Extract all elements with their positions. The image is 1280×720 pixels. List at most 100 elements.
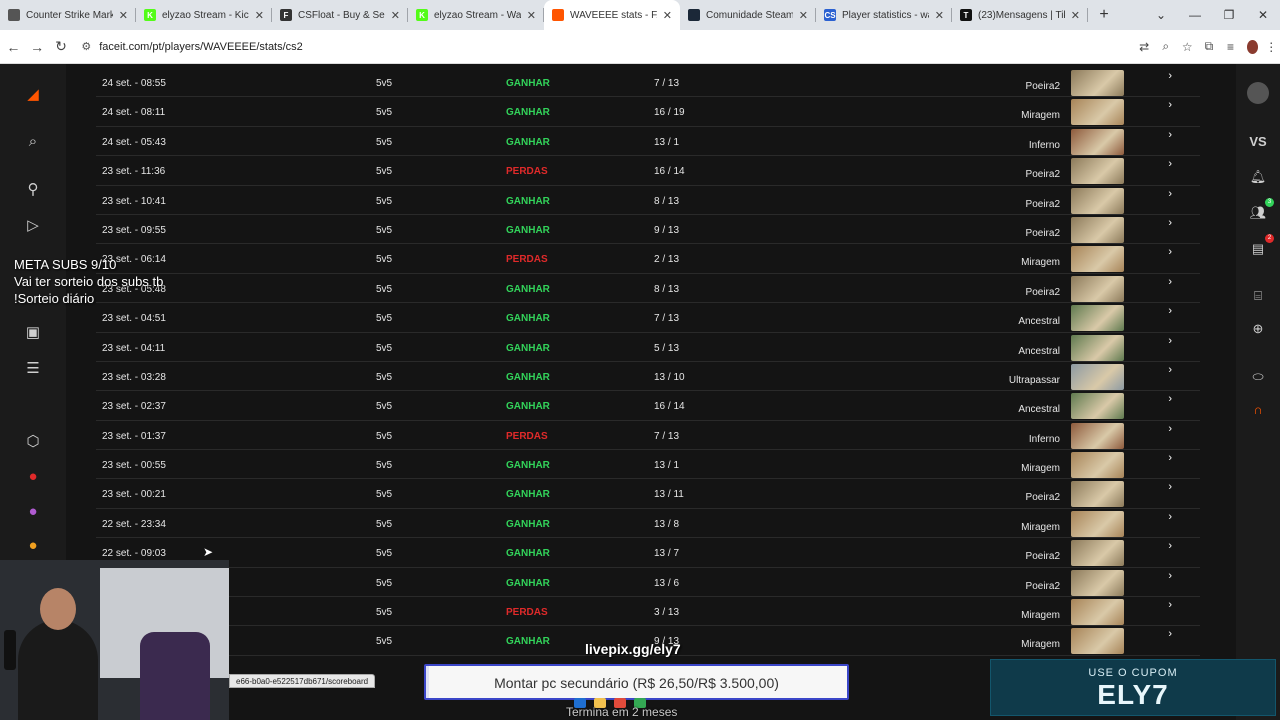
mouse-icon[interactable]: ⬭ (1247, 366, 1269, 388)
match-map: Ancestral (1018, 404, 1060, 416)
chevron-down-icon[interactable]: ⌄ (1144, 8, 1178, 22)
map-thumbnail (1071, 187, 1124, 214)
chevron-right-icon[interactable]: › (1168, 364, 1172, 376)
mouse-cursor-icon: ➤ (203, 545, 214, 559)
match-row[interactable]: 23 set. - 00:21 5v5 GANHAR 13 / 11 Poeira2 › (96, 479, 1200, 509)
browser-tab[interactable]: T (23)Mensagens | Tik ✕ (952, 0, 1088, 30)
match-row[interactable]: 23 set. - 06:14 5v5 PERDAS 2 / 13 Miragem › (96, 244, 1200, 274)
chevron-right-icon[interactable]: › (1168, 70, 1172, 82)
watch-icon[interactable]: ▣ (22, 322, 44, 344)
match-row[interactable]: 23 set. - 11:36 5v5 PERDAS 16 / 14 Poeira2 › (96, 156, 1200, 186)
party-icon[interactable]: ⌸ (1247, 285, 1269, 307)
url-field[interactable]: ⚙ faceit.com/pt/players/WAVEEEE/stats/cs… (81, 34, 1131, 60)
tab-close-icon[interactable]: ✕ (119, 9, 128, 22)
match-row[interactable]: 23 set. - 04:51 5v5 GANHAR 7 / 13 Ancestral › (96, 303, 1200, 333)
match-row[interactable]: 24 set. - 08:55 5v5 GANHAR 7 / 13 Poeira2 › (96, 68, 1200, 98)
add-icon[interactable]: ⊕ (1247, 318, 1269, 340)
match-row[interactable]: 23 set. - 05:48 5v5 GANHAR 8 / 13 Poeira2 › (96, 274, 1200, 304)
chevron-right-icon[interactable]: › (1168, 158, 1172, 170)
play-icon[interactable]: ▷ (22, 215, 44, 237)
chevron-right-icon[interactable]: › (1168, 246, 1172, 258)
browser-tab[interactable]: WAVEEEE stats - FAC ✕ (544, 0, 680, 30)
tab-close-icon[interactable]: ✕ (799, 9, 808, 22)
chevron-right-icon[interactable]: › (1168, 452, 1172, 464)
rankings-icon[interactable]: ☰ (22, 358, 44, 380)
match-row[interactable]: 24 set. - 08:11 5v5 GANHAR 16 / 19 Miragem › (96, 97, 1200, 127)
url-text: faceit.com/pt/players/WAVEEEE/stats/cs2 (99, 40, 303, 53)
chevron-right-icon[interactable]: › (1168, 423, 1172, 435)
tab-close-icon[interactable]: ✕ (391, 9, 400, 22)
vs-label[interactable]: VS (1247, 131, 1269, 153)
maximize-button[interactable]: ❐ (1212, 8, 1246, 22)
browser-tab[interactable]: F CSFloat - Buy & Sell ✕ (272, 0, 408, 30)
user-avatar[interactable] (1247, 82, 1269, 104)
chevron-right-icon[interactable]: › (1168, 599, 1172, 611)
chevron-right-icon[interactable]: › (1168, 540, 1172, 552)
chevron-right-icon[interactable]: › (1168, 276, 1172, 288)
faceit-logo-icon[interactable]: ◢ (22, 84, 44, 106)
chevron-right-icon[interactable]: › (1168, 305, 1172, 317)
clubs-icon[interactable]: ⬡ (22, 431, 44, 453)
match-result: PERDAS (506, 430, 548, 442)
match-row[interactable]: 23 set. - 09:55 5v5 GANHAR 9 / 13 Poeira2 › (96, 215, 1200, 245)
tab-close-icon[interactable]: ✕ (935, 9, 944, 22)
chevron-right-icon[interactable]: › (1168, 99, 1172, 111)
media-icon[interactable]: ≡ (1222, 40, 1240, 54)
match-map: Ancestral (1018, 345, 1060, 357)
app-n-icon[interactable]: ● (22, 466, 44, 488)
bookmark-star-icon[interactable]: ☆ (1179, 40, 1197, 54)
chevron-right-icon[interactable]: › (1168, 335, 1172, 347)
match-row[interactable]: 23 set. - 03:28 5v5 GANHAR 13 / 10 Ultrapass… (96, 362, 1200, 392)
tab-close-icon[interactable]: ✕ (255, 9, 264, 22)
match-result: GANHAR (506, 136, 550, 148)
translate-icon[interactable]: ⇄ (1135, 40, 1153, 54)
browser-tab[interactable]: Comunidade Steam : ✕ (680, 0, 816, 30)
match-row[interactable]: 22 set. - 09:03 5v5 GANHAR 13 / 7 Poeira2 › (96, 538, 1200, 568)
match-row[interactable]: 23 set. - 01:37 5v5 PERDAS 7 / 13 Inferno › (96, 421, 1200, 451)
minimize-button[interactable]: — (1178, 8, 1212, 22)
match-row[interactable]: 5v5 PERDAS 3 / 13 Miragem › (96, 597, 1200, 627)
search-icon[interactable]: ⌕ (22, 131, 44, 153)
browser-tab[interactable]: CS Player statistics - wa ✕ (816, 0, 952, 30)
chevron-right-icon[interactable]: › (1168, 570, 1172, 582)
app-purple-icon[interactable]: ● (22, 501, 44, 523)
chevron-right-icon[interactable]: › (1168, 217, 1172, 229)
headset-icon[interactable]: ∩ (1247, 399, 1269, 421)
tab-close-icon[interactable]: ✕ (1071, 9, 1080, 22)
match-result: PERDAS (506, 607, 548, 619)
app-orange-icon[interactable]: ● (22, 535, 44, 557)
chevron-right-icon[interactable]: › (1168, 481, 1172, 493)
back-button[interactable]: ← (3, 39, 24, 55)
site-info-icon[interactable]: ⚙ (81, 40, 91, 53)
new-tab-button[interactable]: + (1092, 6, 1116, 24)
tab-close-icon[interactable]: ✕ (527, 9, 536, 22)
match-row[interactable]: 24 set. - 05:43 5v5 GANHAR 13 / 1 Inferno › (96, 127, 1200, 157)
chevron-right-icon[interactable]: › (1168, 628, 1172, 640)
donation-goal-bar: Montar pc secundário (R$ 26,50/R$ 3.500,… (424, 664, 849, 700)
forward-button[interactable]: → (27, 39, 48, 55)
menu-icon[interactable]: ⋮ (1262, 40, 1280, 54)
match-result: PERDAS (506, 166, 548, 178)
chevron-right-icon[interactable]: › (1168, 188, 1172, 200)
reload-button[interactable]: ↻ (51, 38, 72, 55)
close-window-button[interactable]: ✕ (1246, 8, 1280, 22)
match-row[interactable]: 23 set. - 10:41 5v5 GANHAR 8 / 13 Poeira2 › (96, 186, 1200, 215)
chevron-right-icon[interactable]: › (1168, 129, 1172, 141)
tab-title: elyzao Stream - Kick (162, 9, 249, 21)
match-row[interactable]: 23 set. - 04:11 5v5 GANHAR 5 / 13 Ancestral › (96, 333, 1200, 362)
match-row[interactable]: 23 set. - 00:55 5v5 GANHAR 13 / 1 Miragem › (96, 450, 1200, 480)
chevron-right-icon[interactable]: › (1168, 393, 1172, 405)
browser-tab[interactable]: Kelyzao Stream - Wat ✕ (408, 0, 544, 30)
match-row[interactable]: 5v5 GANHAR 13 / 6 Poeira2 › (96, 568, 1200, 598)
browser-tab[interactable]: Counter Strike Mark ✕ (0, 0, 136, 30)
tab-close-icon[interactable]: ✕ (663, 9, 672, 22)
match-row[interactable]: 22 set. - 23:34 5v5 GANHAR 13 / 8 Miragem › (96, 509, 1200, 539)
bell-icon[interactable]: 🔔︎ (1247, 166, 1269, 188)
match-row[interactable]: 23 set. - 02:37 5v5 GANHAR 16 / 14 Ancestral… (96, 391, 1200, 421)
find-players-icon[interactable]: ⚲ (22, 179, 44, 201)
chevron-right-icon[interactable]: › (1168, 511, 1172, 523)
zoom-icon[interactable]: ⌕ (1157, 39, 1175, 54)
profile-avatar[interactable] (1247, 39, 1259, 54)
extensions-icon[interactable]: ⧉ (1200, 39, 1218, 54)
browser-tab[interactable]: Kelyzao Stream - Kick ✕ (136, 0, 272, 30)
